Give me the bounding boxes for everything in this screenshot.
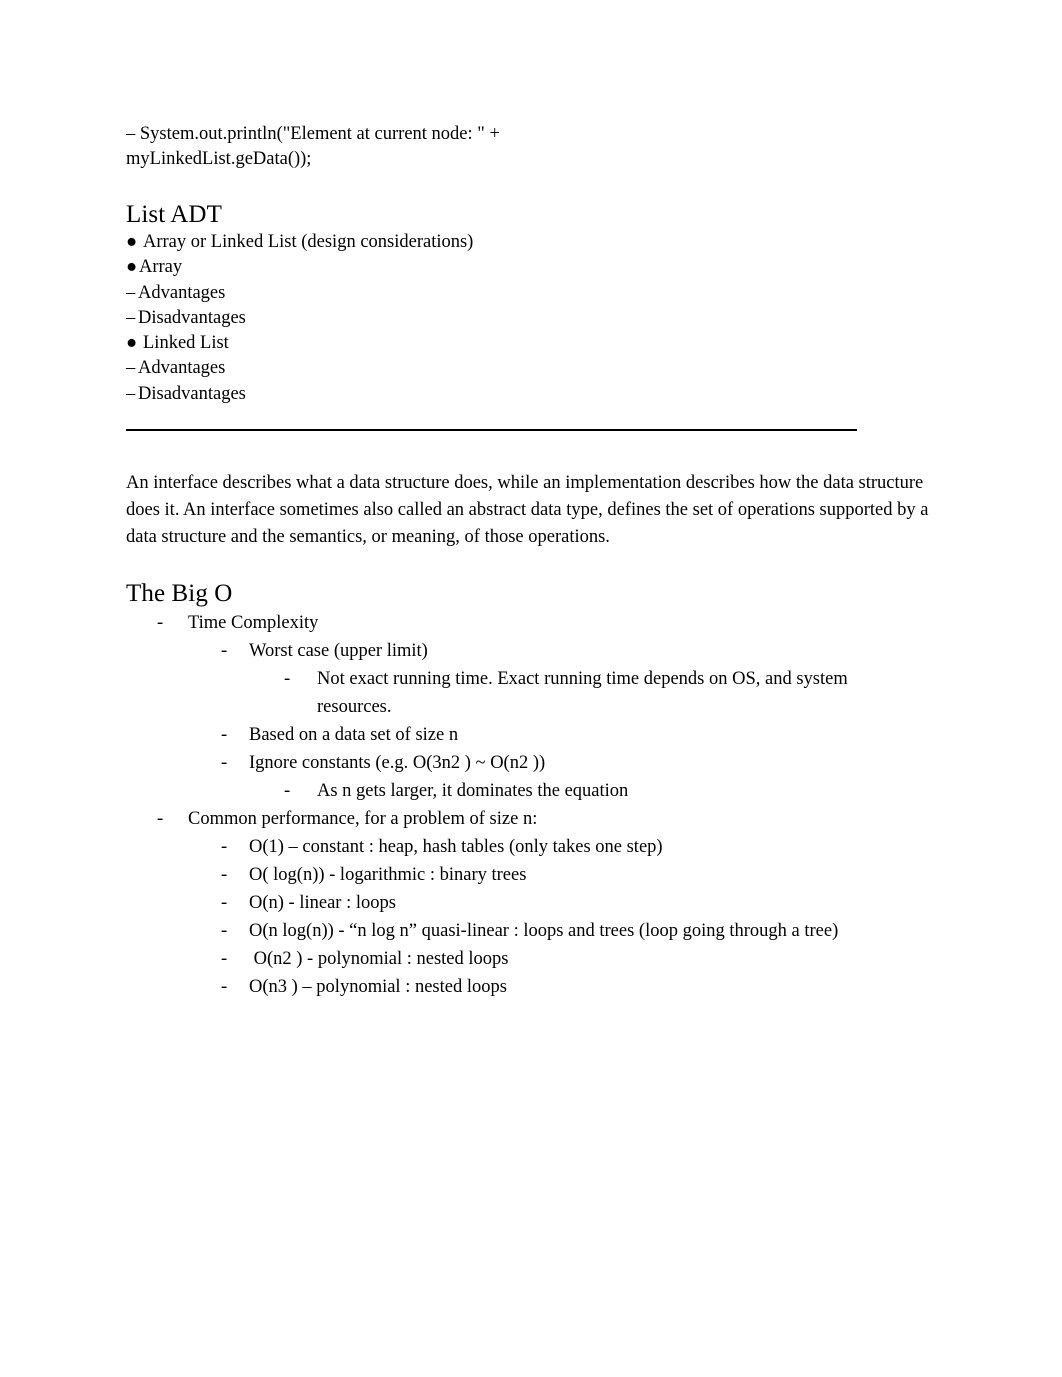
outline-item-label: O( log(n)) - logarithmic : binary trees — [249, 865, 527, 886]
outline-item: - Worst case (upper limit) — [126, 637, 938, 665]
outline-item: - As n gets larger, it dominates the equ… — [126, 777, 938, 805]
list-item: – Advantages — [126, 356, 938, 381]
dash-marker-icon: - — [221, 977, 228, 998]
outline-item: - O(n2 ) - polynomial : nested loops — [126, 945, 938, 973]
horizontal-rule — [126, 429, 857, 432]
dash-marker-icon: - — [221, 949, 228, 970]
outline-item-label: Ignore constants (e.g. O(3n2 ) ~ O(n2 )) — [249, 753, 546, 774]
list-item-label: Advantages — [138, 282, 226, 303]
list-item-label: Linked List — [143, 333, 229, 354]
code-line: myLinkedList.geData()); — [126, 149, 312, 169]
outline-item: - O(n log(n)) - “n log n” quasi-linear :… — [126, 917, 938, 945]
code-line: – System.out.println("Element at current… — [126, 124, 500, 144]
outline-item: - Common performance, for a problem of s… — [126, 805, 938, 833]
list-adt-bullets: ● Array or Linked List (design considera… — [126, 230, 938, 407]
outline-item-label: O(n) - linear : loops — [249, 893, 396, 914]
bullet-dot-icon: ● — [126, 333, 138, 354]
outline-item-label: O(n3 ) – polynomial : nested loops — [249, 977, 507, 998]
list-item: ● Linked List — [126, 331, 938, 356]
big-o-outline-list: - Time Complexity - Worst case (upper li… — [126, 609, 938, 1001]
dash-marker-icon: - — [221, 865, 228, 886]
dash-marker-icon: - — [221, 753, 228, 774]
section-divider-wrapper — [126, 407, 938, 453]
outline-item: - Based on a data set of size n — [126, 721, 938, 749]
outline-item-label: Worst case (upper limit) — [249, 641, 428, 662]
bullet-dash-icon: – — [126, 383, 136, 404]
list-item-label: Disadvantages — [138, 307, 246, 328]
outline-item: - O(n) - linear : loops — [126, 889, 938, 917]
outline-item: - O( log(n)) - logarithmic : binary tree… — [126, 861, 938, 889]
list-item: – Advantages — [126, 281, 938, 306]
outline-item-label: O(n2 ) - polynomial : nested loops — [249, 949, 509, 970]
bullet-dash-icon: – — [126, 282, 136, 303]
list-item: – Disadvantages — [126, 306, 938, 331]
dash-marker-icon: - — [157, 613, 164, 634]
list-item-label: Array — [139, 257, 183, 278]
dash-marker-icon: - — [221, 893, 228, 914]
list-item-label: Array or Linked List (design considerati… — [143, 232, 474, 252]
dash-marker-icon: - — [221, 641, 228, 662]
list-item: – Disadvantages — [126, 382, 938, 407]
dash-marker-icon: - — [157, 809, 164, 830]
outline-item: - Time Complexity — [126, 609, 938, 637]
outline-item: - O(1) – constant : heap, hash tables (o… — [126, 833, 938, 861]
outline-item-label: As n gets larger, it dominates the equat… — [317, 781, 629, 802]
document-content: – System.out.println("Element at current… — [126, 122, 938, 1001]
outline-item-label: Common performance, for a problem of siz… — [188, 809, 538, 830]
document-page: – System.out.println("Element at current… — [0, 0, 1062, 1377]
code-snippet-block: – System.out.println("Element at current… — [126, 122, 938, 172]
outline-item-label: Not exact running time. Exact running ti… — [317, 669, 853, 718]
outline-item-label: O(n log(n)) - “n log n” quasi-linear : l… — [249, 921, 839, 942]
outline-item: - Not exact running time. Exact running … — [126, 665, 938, 721]
dash-marker-icon: - — [221, 725, 228, 746]
dash-marker-icon: - — [284, 669, 291, 690]
list-item: ● Array — [126, 255, 938, 280]
bullet-dot-icon: ● — [126, 232, 138, 252]
outline-item: - O(n3 ) – polynomial : nested loops — [126, 973, 938, 1001]
interface-paragraph: An interface describes what a data struc… — [126, 473, 929, 548]
dash-marker-icon: - — [284, 781, 291, 802]
outline-item: - Ignore constants (e.g. O(3n2 ) ~ O(n2 … — [126, 749, 938, 777]
list-item: ● Array or Linked List (design considera… — [126, 230, 938, 255]
dash-marker-icon: - — [221, 921, 228, 942]
outline-item-label: Based on a data set of size n — [249, 725, 459, 746]
dash-marker-icon: - — [221, 837, 228, 858]
bullet-dash-icon: – — [126, 307, 136, 328]
bullet-dot-icon: ● — [126, 257, 138, 278]
outline-item-label: Time Complexity — [188, 613, 319, 634]
bullet-dash-icon: – — [126, 358, 136, 379]
list-item-label: Advantages — [138, 358, 226, 379]
list-item-label: Disadvantages — [138, 383, 246, 404]
outline-item-label: O(1) – constant : heap, hash tables (onl… — [249, 837, 663, 858]
section-heading-list-adt: List ADT — [126, 201, 222, 228]
section-heading-the-big-o: The Big O — [126, 580, 233, 608]
